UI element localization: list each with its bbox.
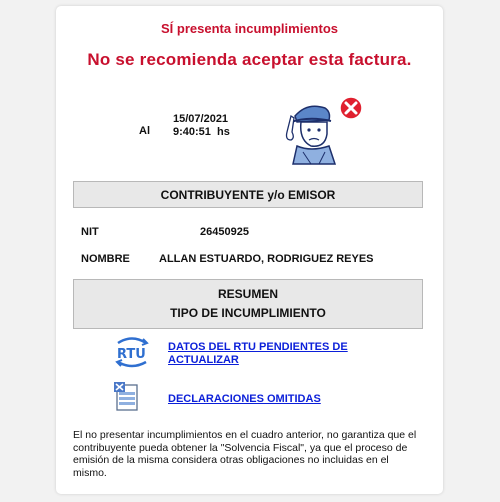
resumen-title: RESUMEN xyxy=(217,287,278,301)
nombre-value: ALLAN ESTUARDO, RODRIGUEZ REYES xyxy=(159,253,374,265)
query-datetime: 15/07/2021 9:40:51 hs xyxy=(173,113,230,139)
query-time: 9:40:51 hs xyxy=(173,126,230,138)
tipo-incumplimiento-title: TIPO DE INCUMPLIMIENTO xyxy=(170,306,326,320)
link-declaraciones-omitidas[interactable]: DECLARACIONES OMITIDAS xyxy=(168,393,321,406)
date-prefix-label: Al xyxy=(139,125,150,137)
nombre-label: NOMBRE xyxy=(81,253,130,265)
section-header-resumen: RESUMEN TIPO DE INCUMPLIMIENTO xyxy=(73,279,423,329)
page-title: No se recomienda aceptar esta factura. xyxy=(87,50,412,69)
result-card: SÍ presenta incumplimientos No se recomi… xyxy=(56,6,443,494)
disclaimer-text: El no presentar incumplimientos en el cu… xyxy=(73,429,417,479)
nit-label: NIT xyxy=(81,226,99,238)
nit-value: 26450925 xyxy=(200,226,249,238)
declaraciones-omitidas-icon xyxy=(114,382,138,411)
query-date: 15/07/2021 xyxy=(173,113,229,125)
rtu-icon: RTU xyxy=(115,337,149,368)
link-datos-rtu-pendientes[interactable]: DATOS DEL RTU PENDIENTES DE ACTUALIZAR xyxy=(168,341,378,367)
worried-person-with-error-icon xyxy=(285,96,363,165)
status-line: SÍ presenta incumplimientos xyxy=(161,21,338,36)
section-header-contribuyente: CONTRIBUYENTE y/o EMISOR xyxy=(73,181,423,208)
